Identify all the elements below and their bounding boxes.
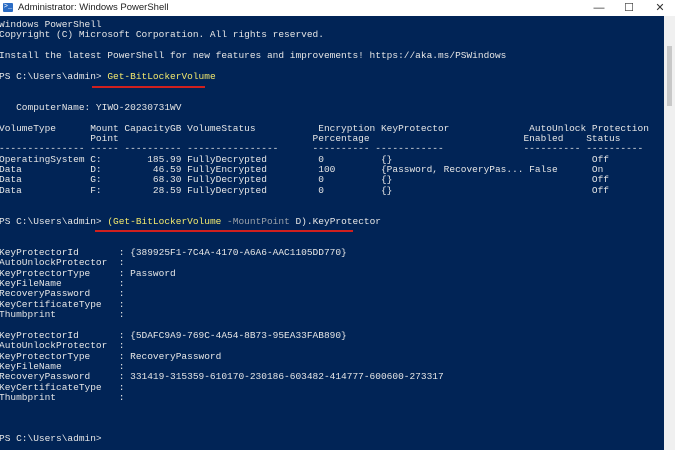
computer-name: ComputerName: YIWO-20230731WV (0, 101, 182, 113)
command-rest: D).KeyProtector (289, 215, 381, 227)
scrollbar[interactable] (664, 16, 675, 450)
minimize-button[interactable]: — (584, 0, 614, 16)
scrollbar-thumb[interactable] (667, 46, 672, 106)
prompt: PS C:\Users\admin> (0, 70, 108, 82)
final-prompt: PS C:\Users\admin> (0, 433, 102, 445)
prompt: PS C:\Users\admin> (0, 215, 108, 227)
console-line: Install the latest PowerShell for new fe… (0, 50, 507, 62)
window-title: Administrator: Windows PowerShell (18, 2, 169, 13)
close-button[interactable]: ✕ (645, 0, 675, 16)
powershell-icon: >_ (3, 3, 13, 12)
maximize-button[interactable]: ☐ (614, 0, 644, 16)
command: Get-BitLockerVolume (107, 70, 216, 82)
annotation-underline (95, 230, 353, 232)
command: (Get-BitLockerVolume (107, 215, 222, 227)
table-row: Data F: 28.59 FullyDecrypted 0 {} Off (0, 184, 609, 196)
annotation-underline (92, 86, 205, 88)
console-output[interactable]: Windows PowerShell Copyright (C) Microso… (0, 16, 664, 450)
command-parameter: -MountPoint (221, 215, 290, 227)
protector-field: Thumbprint : (0, 391, 125, 403)
protector-field: AutoUnlockProtector : (0, 340, 125, 352)
protector-field: Thumbprint : (0, 309, 125, 321)
command-line-2: PS C:\Users\admin> (Get-BitLockerVolume … (0, 215, 649, 227)
command-line-1: PS C:\Users\admin> Get-BitLockerVolume (0, 70, 649, 82)
console-line: Copyright (C) Microsoft Corporation. All… (0, 29, 324, 41)
title-bar: >_ Administrator: Windows PowerShell — ☐ ✕ (0, 0, 675, 16)
